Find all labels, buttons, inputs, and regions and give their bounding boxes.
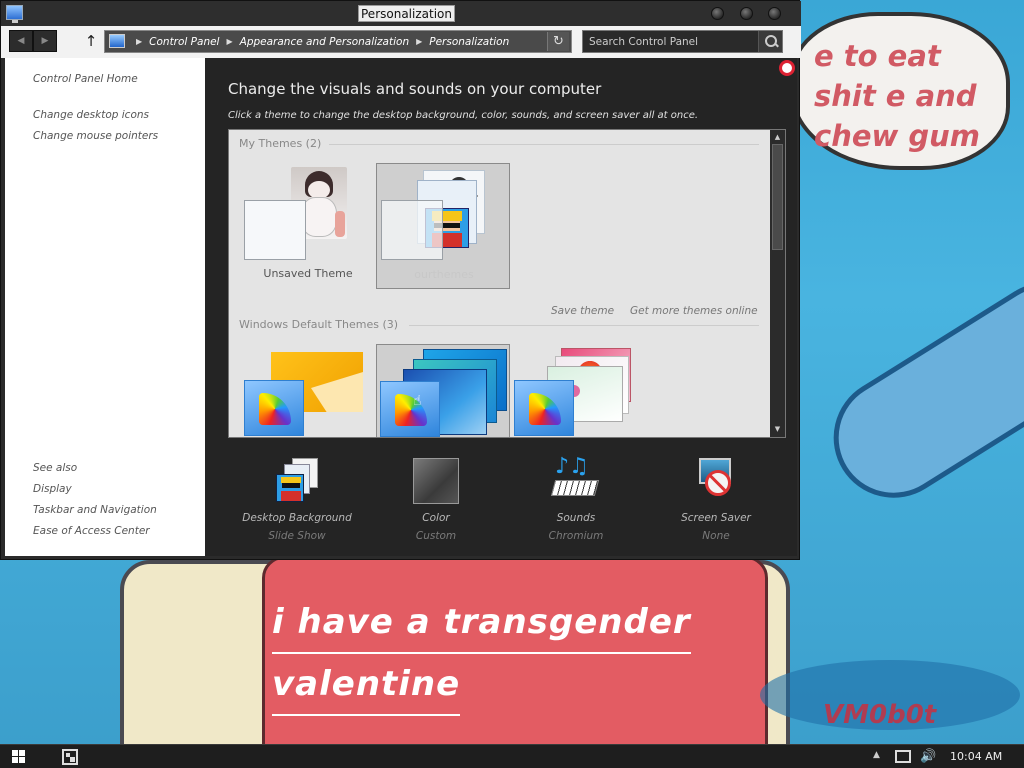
task-view-icon[interactable]	[62, 749, 78, 765]
breadcrumb-personalization[interactable]: Personalization	[429, 36, 509, 48]
color-value: Custom	[415, 530, 457, 542]
wallpaper-heart-line2: valentine	[272, 654, 461, 716]
scroll-up-icon[interactable]: ▲	[772, 132, 783, 143]
main-content: Change the visuals and sounds on your co…	[205, 58, 797, 556]
wallpaper-bubble-text: e to eat shit e and chew gum	[814, 39, 981, 153]
breadcrumb-appearance[interactable]: Appearance and Personalization	[240, 36, 409, 48]
change-desktop-icons-link[interactable]: Change desktop icons	[33, 109, 149, 121]
title-bar[interactable]: Personalization	[1, 1, 801, 26]
up-arrow-icon[interactable]: ↑	[83, 31, 99, 51]
page-title: Change the visuals and sounds on your co…	[228, 80, 602, 98]
desktop-background-label: Desktop Background	[242, 512, 352, 524]
close-button[interactable]	[768, 7, 781, 20]
screen-saver-label: Screen Saver	[681, 512, 751, 524]
sounds-label: Sounds	[556, 512, 596, 524]
desktop-background-value: Slide Show	[268, 530, 326, 542]
clock[interactable]: 10:04 AM	[950, 750, 1002, 763]
network-icon[interactable]	[895, 750, 911, 763]
sounds-value: Chromium	[548, 530, 604, 542]
chevron-right-icon[interactable]: ▶	[136, 37, 142, 46]
theme-unsaved[interactable]: Unsaved Theme	[241, 163, 375, 289]
hand-cursor-icon: ☝	[413, 393, 422, 409]
theme-windows-blue[interactable]: ☝	[376, 344, 510, 437]
refresh-icon[interactable]: ↻	[547, 32, 569, 51]
screen-saver-icon	[691, 456, 741, 506]
taskbar: ▲ 🔊 10:04 AM	[0, 744, 1024, 768]
theme-color-swatch	[514, 380, 574, 436]
wallpaper-signature: VM0b0t	[823, 700, 937, 730]
sounds-item[interactable]: ♪♫ Sounds Chromium	[511, 456, 641, 543]
forward-button[interactable]: ▶	[33, 30, 57, 52]
screen-saver-value: None	[702, 530, 730, 542]
minimize-button[interactable]	[711, 7, 724, 20]
search-icon[interactable]	[758, 31, 782, 52]
theme-list: My Themes (2) Unsaved Theme ourthemes Sa…	[228, 129, 786, 438]
window-title: Personalization	[358, 5, 455, 22]
color-palette-icon	[259, 393, 291, 425]
default-themes-header: Windows Default Themes (3)	[239, 318, 399, 331]
sounds-icon: ♪♫	[550, 456, 601, 506]
theme-label: ourthemes	[414, 268, 474, 281]
desktop-background-item[interactable]: Desktop Background Slide Show	[232, 456, 362, 542]
breadcrumb[interactable]: ▶ Control Panel ▶ Appearance and Persona…	[104, 30, 572, 53]
change-mouse-pointers-link[interactable]: Change mouse pointers	[33, 130, 158, 142]
scroll-down-icon[interactable]: ▼	[772, 424, 783, 435]
maximize-button[interactable]	[740, 7, 753, 20]
theme-windows[interactable]	[241, 344, 375, 437]
personalization-window: Personalization ◀ ▶ ↑ ▶ Control Panel ▶ …	[0, 0, 801, 560]
screen-saver-item[interactable]: Screen Saver None	[651, 456, 781, 542]
left-nav-pane: Control Panel Home Change desktop icons …	[5, 58, 205, 556]
wallpaper-heart-line1: i have a transgender	[272, 592, 691, 654]
page-subtitle: Click a theme to change the desktop back…	[228, 110, 699, 121]
theme-label: Unsaved Theme	[263, 267, 353, 280]
theme-color-swatch	[244, 200, 306, 260]
start-button[interactable]	[12, 750, 26, 764]
address-bar: ◀ ▶ ↑ ▶ Control Panel ▶ Appearance and P…	[1, 26, 801, 58]
color-palette-icon	[529, 393, 561, 425]
help-icon[interactable]	[779, 60, 795, 76]
save-theme-link[interactable]: Save theme	[551, 305, 614, 317]
theme-ourthemes[interactable]: ourthemes	[376, 163, 510, 289]
search-input[interactable]	[589, 33, 755, 50]
my-themes-header: My Themes (2)	[239, 137, 322, 150]
control-panel-home-link[interactable]: Control Panel Home	[33, 73, 138, 85]
see-also-header: See also	[33, 462, 78, 474]
divider	[409, 325, 759, 326]
back-button[interactable]: ◀	[9, 30, 33, 52]
theme-color-swatch	[380, 381, 440, 437]
scrollbar-thumb[interactable]	[772, 144, 783, 250]
volume-icon[interactable]: 🔊	[920, 749, 936, 764]
wallpaper-shape	[810, 259, 1024, 521]
chevron-right-icon[interactable]: ▶	[416, 37, 422, 46]
desktop-background-icon	[272, 456, 322, 506]
divider	[329, 144, 759, 145]
theme-list-scrollbar[interactable]: ▲ ▼	[770, 130, 785, 437]
breadcrumb-control-panel[interactable]: Control Panel	[149, 36, 219, 48]
wallpaper-heart-text: i have a transgender valentine	[272, 592, 752, 716]
theme-color-swatch	[381, 200, 443, 260]
search-box	[582, 30, 783, 53]
show-hidden-icons-icon[interactable]: ▲	[873, 750, 880, 760]
control-panel-icon[interactable]	[6, 5, 23, 23]
chevron-right-icon[interactable]: ▶	[226, 37, 232, 46]
theme-flowers[interactable]	[511, 344, 645, 437]
control-panel-icon	[109, 34, 125, 48]
theme-color-swatch	[244, 380, 304, 436]
color-label: Color	[422, 512, 450, 524]
color-icon	[411, 456, 461, 506]
taskbar-navigation-link[interactable]: Taskbar and Navigation	[33, 504, 157, 516]
get-more-themes-link[interactable]: Get more themes online	[630, 305, 758, 317]
ease-of-access-link[interactable]: Ease of Access Center	[33, 525, 150, 537]
display-link[interactable]: Display	[33, 483, 72, 495]
color-item[interactable]: Color Custom	[371, 456, 501, 542]
